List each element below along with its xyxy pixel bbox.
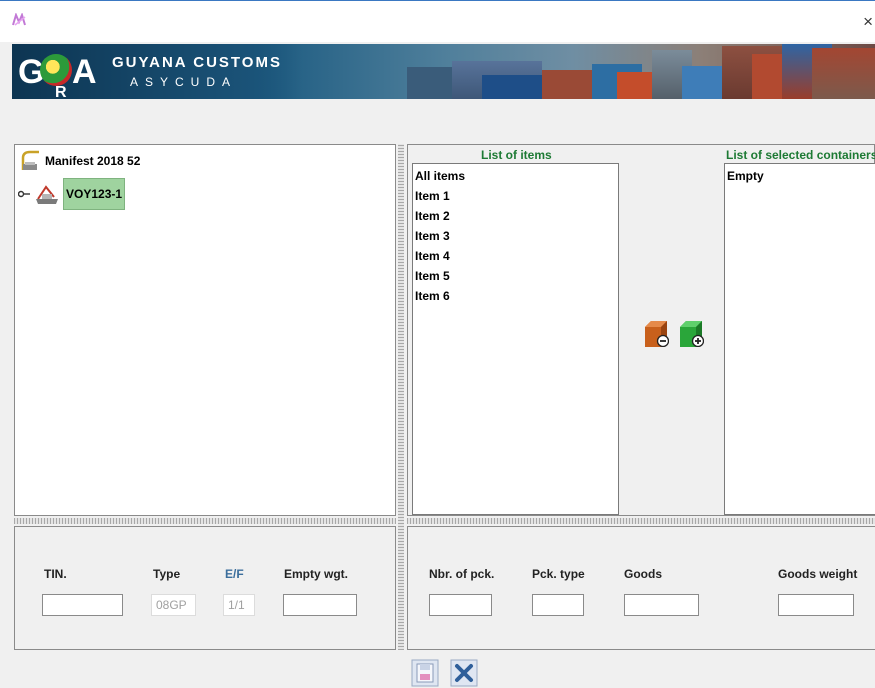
title-bar: × [0,0,875,42]
brand-banner: G A R GUYANA CUSTOMS ASYCUDA [12,44,875,99]
pck-type-input[interactable] [532,594,584,616]
tree-node-voyage[interactable]: VOY123-1 [18,178,126,210]
remove-container-icon[interactable] [643,319,669,347]
list-item[interactable]: Item 5 [413,266,618,286]
list-item[interactable]: Item 2 [413,206,618,226]
nbr-of-pck-input[interactable] [429,594,492,616]
list-item[interactable]: Item 3 [413,226,618,246]
list-item[interactable]: Item 1 [413,186,618,206]
goods-weight-label: Goods weight [778,567,858,581]
pck-type-label: Pck. type [532,567,585,581]
vertical-splitter[interactable] [398,144,404,650]
nbr-of-pck-label: Nbr. of pck. [429,567,495,581]
empty-weight-label: Empty wgt. [284,567,349,581]
selected-list-title: List of selected containers [726,148,875,162]
logo-globe-icon [40,54,72,86]
selected-containers-listbox[interactable]: Empty [724,163,875,515]
voyage-icon [36,185,58,204]
goods-input[interactable] [624,594,699,616]
brand-subtitle: ASYCUDA [130,75,238,89]
list-item[interactable]: All items [413,166,618,186]
list-item[interactable]: Item 4 [413,246,618,266]
save-icon[interactable] [411,659,439,687]
tree-expander-icon[interactable] [18,189,30,199]
goods-weight-input[interactable] [778,594,854,616]
type-label: Type [153,567,181,581]
logo-letter-a: A [72,53,97,91]
close-window-button[interactable]: × [863,13,873,30]
tree-node-label-selected: VOY123-1 [63,178,126,210]
items-listbox[interactable]: All items Item 1 Item 2 Item 3 Item 4 It… [412,163,619,515]
list-item[interactable]: Empty [725,166,875,186]
cancel-icon[interactable] [450,659,478,687]
list-item[interactable]: Item 6 [413,286,618,306]
left-horizontal-splitter[interactable] [14,518,396,524]
app-logo-icon [12,13,26,26]
brand-title: GUYANA CUSTOMS [112,54,282,71]
tin-label: TIN. [44,567,67,581]
logo-letter-r: R [55,84,67,99]
tree-node-label: Manifest 2018 52 [45,154,141,168]
type-field: 08GP [151,594,196,616]
ef-field: 1/1 [223,594,255,616]
tin-input[interactable] [42,594,123,616]
add-container-icon[interactable] [678,319,704,347]
goods-details-panel [407,526,875,650]
tree-node-manifest[interactable]: Manifest 2018 52 [20,150,140,172]
manifest-icon [21,150,39,170]
right-horizontal-splitter[interactable] [407,518,875,524]
ef-label: E/F [225,567,244,581]
container-details-panel [14,526,396,650]
goods-label: Goods [624,567,662,581]
items-list-title: List of items [481,148,552,162]
empty-weight-input[interactable] [283,594,357,616]
